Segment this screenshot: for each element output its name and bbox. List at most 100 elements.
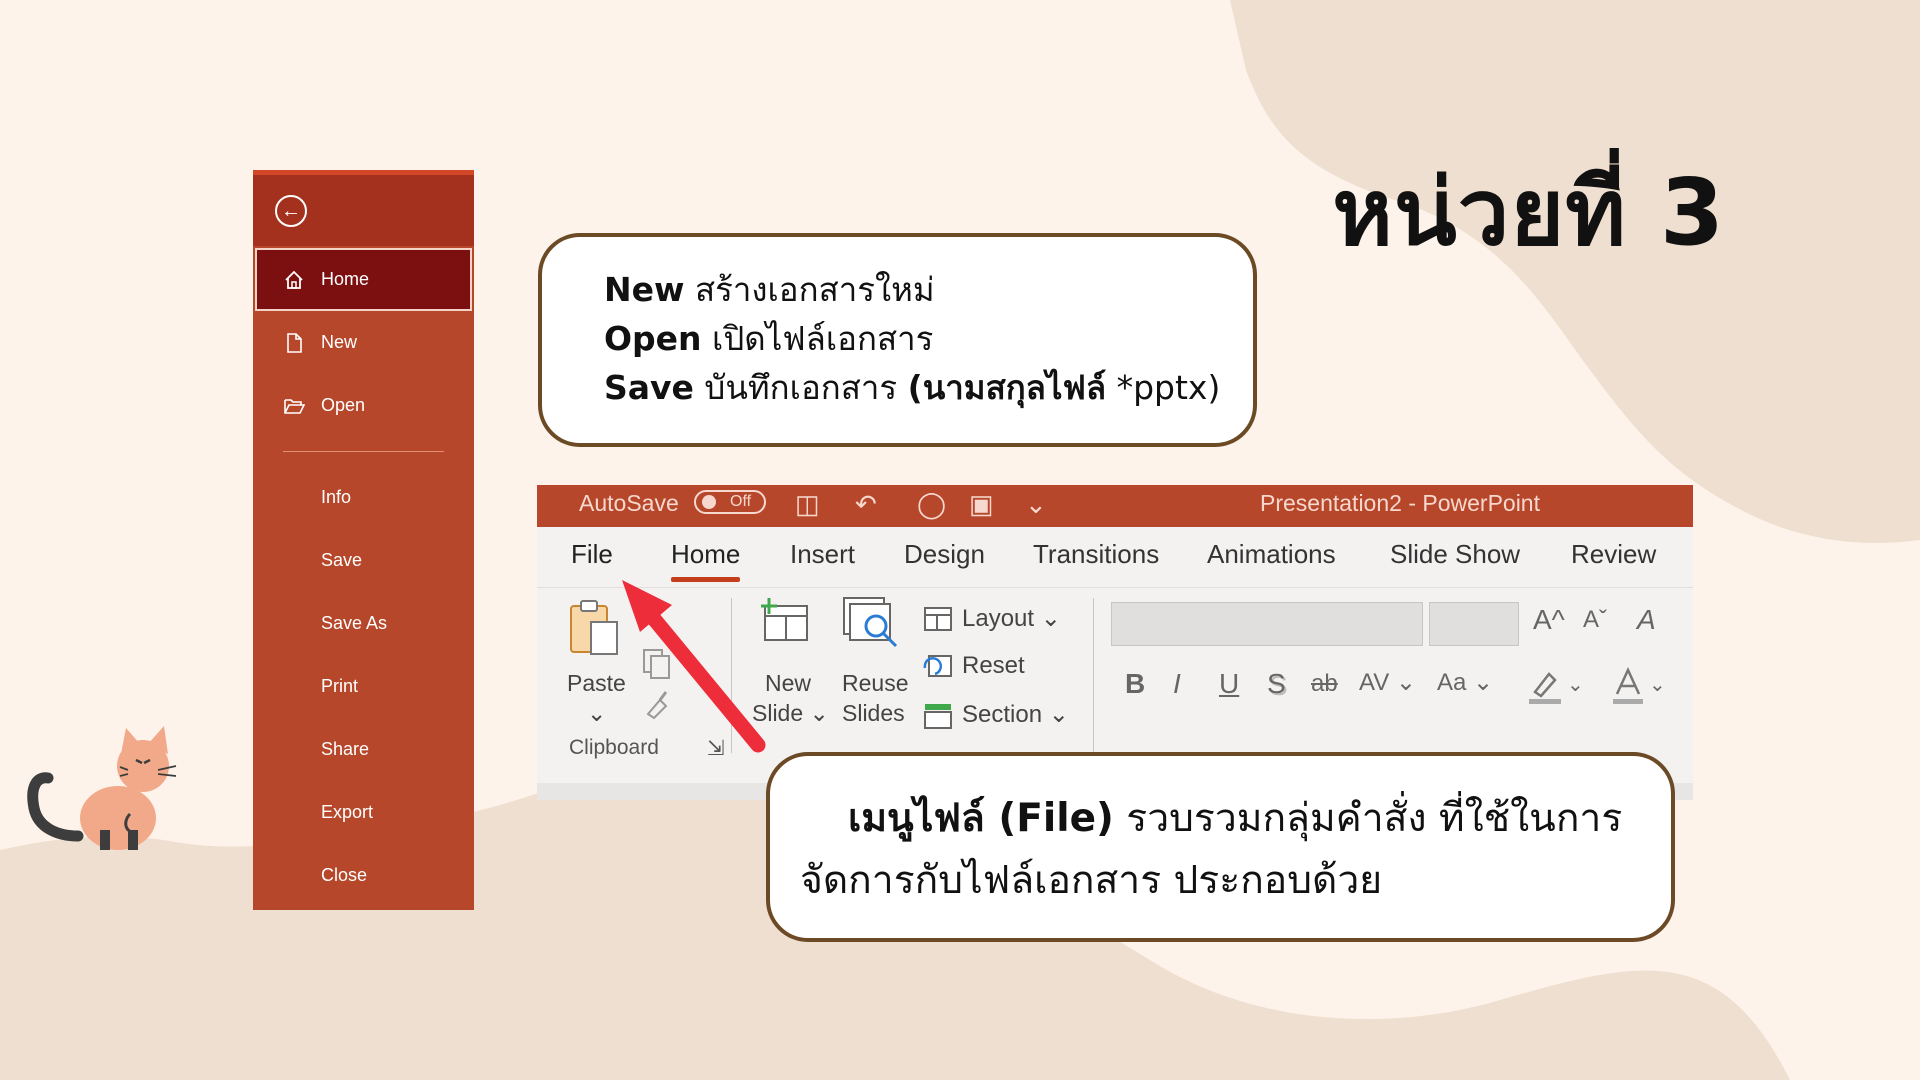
reuse-slides-label-line1[interactable]: Reuse <box>842 670 908 697</box>
new-slide-label-line2[interactable]: Slide ⌄ <box>752 700 829 727</box>
new-slide-icon[interactable] <box>759 596 811 648</box>
font-family-dropdown[interactable] <box>1111 602 1423 646</box>
clipboard-group-label: Clipboard <box>569 736 659 759</box>
callout-line-save: Save บันทึกเอกสาร (นามสกุลไฟล์ *pptx) <box>604 363 1253 412</box>
back-arrow-icon[interactable]: ← <box>275 195 307 227</box>
file-menu-item-new[interactable]: New <box>253 311 474 374</box>
autosave-toggle[interactable]: Off <box>694 490 766 514</box>
callout-keyword: New <box>604 270 685 309</box>
highlight-icon[interactable] <box>1527 666 1563 706</box>
file-menu-item-open[interactable]: Open <box>253 374 474 437</box>
callout-keyword: Open <box>604 319 702 358</box>
tab-slide-show[interactable]: Slide Show <box>1390 539 1520 570</box>
tab-animations[interactable]: Animations <box>1207 539 1336 570</box>
cat-illustration <box>27 726 177 850</box>
paste-label[interactable]: Paste <box>567 670 626 697</box>
reset-icon[interactable] <box>923 654 953 680</box>
decrease-font-size-icon[interactable]: Aˇ <box>1583 606 1607 634</box>
callout-text: สร้างเอกสารใหม่ <box>684 270 935 309</box>
file-menu-item-label: Share <box>321 739 370 759</box>
tab-home[interactable]: Home <box>671 539 741 582</box>
clear-formatting-icon[interactable]: A <box>1637 604 1656 636</box>
callout-line-new: New สร้างเอกสารใหม่ <box>604 265 1253 314</box>
tab-design[interactable]: Design <box>904 539 985 570</box>
title-bar: AutoSave Off ◫ ↶ ◯ ▣ ⌄ Presentation2 - P… <box>537 485 1693 527</box>
callout-extra: *pptx) <box>1106 368 1221 407</box>
ribbon-tabs: File Home Insert Design Transitions Anim… <box>537 527 1693 588</box>
callout-bold-heading: เมนูไฟล์ (File) <box>848 796 1114 841</box>
reset-label[interactable]: Reset <box>962 652 1025 680</box>
group-divider <box>1093 598 1094 753</box>
autosave-label: AutoSave <box>579 490 679 516</box>
page-title: หน่วยที่ 3 <box>1332 159 1725 266</box>
file-menu-item-print[interactable]: Print <box>253 655 474 718</box>
file-menu-description-callout: เมนูไฟล์ (File) รวบรวมกลุ่มคำสั่ง ที่ใช้… <box>766 752 1675 942</box>
file-menu-item-export[interactable]: Export <box>253 781 474 844</box>
italic-button[interactable]: I <box>1173 668 1181 700</box>
file-menu-panel: ← Home New Open Info Save Save As Print … <box>253 170 474 910</box>
new-slide-label-line1[interactable]: New <box>765 670 811 697</box>
strikethrough-button[interactable]: ab <box>1311 670 1338 698</box>
file-menu-divider <box>283 451 444 452</box>
new-document-icon <box>287 332 302 353</box>
file-menu-item-label: Open <box>321 395 366 415</box>
text-shadow-button[interactable]: S <box>1267 668 1286 700</box>
callout-keyword: Save <box>604 368 694 407</box>
undo-icon[interactable]: ↶ <box>855 489 877 519</box>
paste-dropdown-icon[interactable]: ⌄ <box>587 700 606 727</box>
home-icon <box>285 270 303 289</box>
file-menu-item-label: Save As <box>321 613 388 633</box>
callout-description: เมนูไฟล์ (File) รวบรวมกลุ่มคำสั่ง ที่ใช้… <box>800 788 1641 912</box>
layout-label[interactable]: Layout ⌄ <box>962 604 1061 633</box>
file-menu-item-close[interactable]: Close <box>253 844 474 907</box>
font-color-dropdown-icon[interactable]: ⌄ <box>1649 672 1666 697</box>
tab-review[interactable]: Review <box>1571 539 1656 570</box>
file-menu-item-save[interactable]: Save <box>253 529 474 592</box>
format-painter-icon[interactable] <box>642 688 672 720</box>
customize-toolbar-icon[interactable]: ⌄ <box>1025 489 1047 519</box>
redo-icon[interactable]: ◯ <box>917 489 946 519</box>
file-menu-item-label: Close <box>321 865 368 885</box>
file-menu-item-save-as[interactable]: Save As <box>253 592 474 655</box>
highlight-dropdown-icon[interactable]: ⌄ <box>1567 672 1584 697</box>
file-menu-item-share[interactable]: Share <box>253 718 474 781</box>
callout-text: เปิดไฟล์เอกสาร <box>701 319 934 358</box>
callout-line-open: Open เปิดไฟล์เอกสาร <box>604 314 1253 363</box>
copy-icon[interactable] <box>642 648 672 680</box>
file-menu-item-info[interactable]: Info <box>253 466 474 529</box>
callout-extra-bold: (นามสกุลไฟล์ <box>907 368 1107 407</box>
file-menu-item-home[interactable]: Home <box>255 248 472 311</box>
tab-transitions[interactable]: Transitions <box>1033 539 1159 570</box>
reuse-slides-icon[interactable] <box>842 596 902 652</box>
file-menu-header: ← <box>253 170 474 246</box>
character-spacing-button[interactable]: AV ⌄ <box>1359 668 1416 697</box>
file-menu-item-label: Home <box>321 269 370 289</box>
callout-line2: จัดการกับไฟล์เอกสาร ประกอบด้วย <box>800 858 1383 903</box>
file-commands-callout: New สร้างเอกสารใหม่ Open เปิดไฟล์เอกสาร … <box>538 233 1257 447</box>
section-icon[interactable] <box>923 702 953 730</box>
underline-button[interactable]: U <box>1219 668 1239 700</box>
file-menu-item-label: Save <box>321 550 363 570</box>
group-divider <box>731 598 732 753</box>
section-label[interactable]: Section ⌄ <box>962 700 1069 729</box>
tab-insert[interactable]: Insert <box>790 539 855 570</box>
file-menu-item-label: New <box>321 332 358 352</box>
dialog-launcher-icon[interactable]: ⇲ <box>707 736 725 761</box>
file-menu-item-label: Print <box>321 676 359 696</box>
font-color-icon[interactable] <box>1611 666 1645 706</box>
callout-line1: รวบรวมกลุ่มคำสั่ง ที่ใช้ในการ <box>1113 796 1623 841</box>
font-size-dropdown[interactable] <box>1429 602 1519 646</box>
increase-font-size-icon[interactable]: A^ <box>1533 604 1565 636</box>
file-menu-item-label: Export <box>321 802 374 822</box>
bold-button[interactable]: B <box>1125 668 1145 700</box>
paste-icon[interactable] <box>567 598 623 660</box>
window-title: Presentation2 - PowerPoint <box>1260 490 1540 516</box>
save-icon[interactable]: ◫ <box>795 489 820 519</box>
reuse-slides-label-line2[interactable]: Slides <box>842 700 905 727</box>
tab-file[interactable]: File <box>571 539 613 570</box>
present-icon[interactable]: ▣ <box>969 489 994 519</box>
change-case-button[interactable]: Aa ⌄ <box>1437 668 1493 697</box>
file-menu-item-label: Info <box>321 487 352 507</box>
layout-icon[interactable] <box>923 606 953 632</box>
callout-text: บันทึกเอกสาร <box>693 368 908 407</box>
